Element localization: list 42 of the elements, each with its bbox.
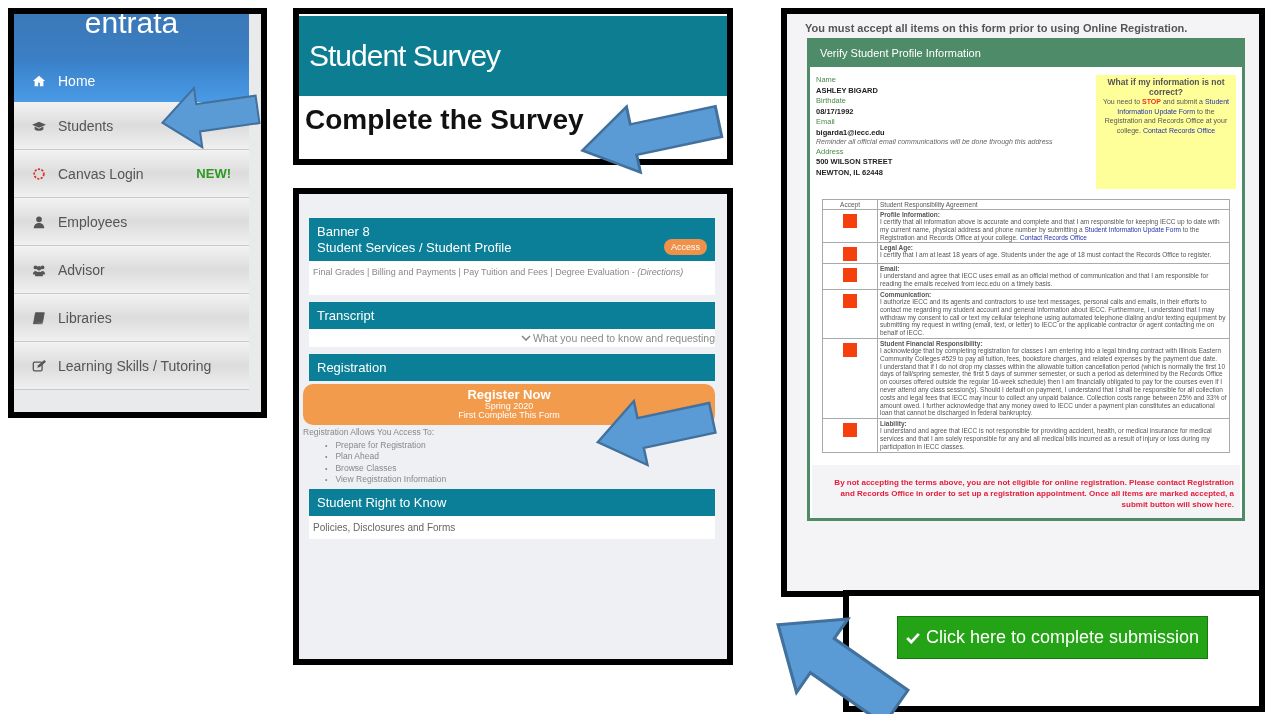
form-title: Verify Student Profile Information [820, 47, 981, 59]
policies-link[interactable]: Policies, Disclosures and Forms [309, 516, 715, 540]
submit-button[interactable]: Click here to complete submission [897, 616, 1209, 659]
sidebar-item[interactable]: Employees [14, 198, 249, 246]
users-icon [32, 262, 46, 277]
section-title: Banner 8 [317, 224, 371, 239]
expand-link[interactable]: What you need to know and requesting [309, 329, 715, 347]
survey-link[interactable]: Complete the Survey [299, 96, 727, 144]
user-icon [32, 214, 46, 229]
page-title: Student Survey [309, 39, 501, 73]
logo: entrata [84, 14, 179, 38]
ring-icon [32, 166, 46, 181]
section-title: Student Right to Know [317, 495, 447, 511]
section-title: Registration [317, 360, 387, 375]
intro-text: Registration Allows You Access To: [303, 427, 436, 437]
accept-checkbox[interactable] [843, 294, 857, 308]
accept-checkbox[interactable] [843, 214, 857, 228]
help-title: What if my information is not correct? [1106, 77, 1226, 97]
new-label: NEW! [196, 166, 231, 181]
section-title: Transcript [317, 308, 375, 323]
sidebar-item[interactable]: Learning Skills / Tutoring [14, 342, 249, 390]
chevron-down-icon [520, 335, 531, 341]
accept-checkbox[interactable] [843, 247, 857, 262]
sidebar-item[interactable]: Advisor [14, 246, 249, 294]
accept-checkbox[interactable] [843, 268, 857, 283]
accept-checkbox[interactable] [843, 423, 857, 438]
sidebar-item[interactable]: Libraries [14, 294, 249, 342]
edit-icon [32, 358, 46, 373]
home-icon [32, 74, 46, 88]
sidebar-item[interactable]: Home [14, 60, 249, 102]
list-item: Prepare for Registration [335, 440, 426, 452]
book-icon [32, 310, 46, 325]
section-title: Student Services / Student Profile [317, 240, 512, 255]
warning-text: By not accepting the terms above, you are not eligible for online registration. Please contact Registration and Records Office in order to set up a registration appointment. Once all items are marked accepted, a submit button will show here. [812, 464, 1240, 518]
sidebar-item[interactable]: Canvas Login NEW! [14, 150, 249, 198]
list-item: Plan Ahead [335, 451, 379, 463]
list-item: Browse Classes [335, 462, 397, 474]
notice-text: You must accept all items on this form prior to using Online Registration. [805, 22, 1189, 34]
list-item: View Registration Information [335, 473, 447, 486]
check-icon [906, 631, 920, 644]
accept-checkbox[interactable] [843, 342, 857, 357]
links-text: Final Grades | Billing and Payments | Pay Tuition and Fees | Degree Evaluation - (Directions) [312, 266, 685, 279]
